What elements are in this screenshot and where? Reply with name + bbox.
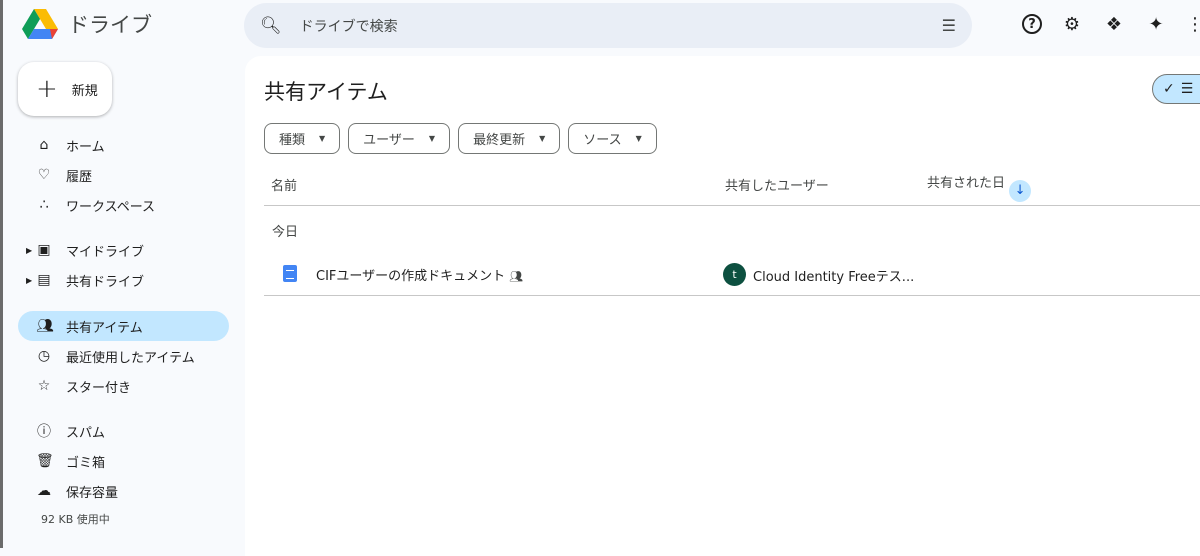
home-icon: ⌂ xyxy=(39,137,49,153)
avatar: t xyxy=(723,263,746,286)
nav-workspaces[interactable]: ∴ ワークスペース xyxy=(18,190,229,220)
nav-shared-with-me[interactable]: 👥︎ 共有アイテム xyxy=(18,311,229,341)
check-icon: ✓ xyxy=(1163,81,1175,97)
drive-logo-icon xyxy=(22,9,58,39)
dropdown-icon: ▼ xyxy=(319,134,326,143)
shared-by-user: Cloud Identity Freeテス... xyxy=(753,270,915,285)
group-label: 今日 xyxy=(272,225,299,240)
file-name-text: CIFユーザーの作成ドキュメント xyxy=(316,269,506,284)
nav-label: 履歴 xyxy=(66,169,93,185)
nav-label: スパム xyxy=(66,425,106,441)
storage-usage: 92 KB 使用中 xyxy=(41,513,110,526)
filter-modified[interactable]: 最終更新 ▼ xyxy=(458,123,561,154)
bell-icon: ♡ xyxy=(37,167,51,183)
nav-label: 共有ドライブ xyxy=(66,274,145,290)
filter-type[interactable]: 種類 ▼ xyxy=(264,123,341,154)
filter-people[interactable]: ユーザー ▼ xyxy=(348,123,451,154)
new-button-label: 新規 xyxy=(71,83,98,99)
nav-recent[interactable]: ◷ 最近使用したアイテム xyxy=(18,341,229,371)
nav-label: ワークスペース xyxy=(66,199,156,215)
column-name[interactable]: 名前 xyxy=(271,175,297,194)
nav-home[interactable]: ⌂ ホーム xyxy=(18,130,229,160)
apps-script-icon[interactable]: ❖ xyxy=(1102,12,1126,36)
chip-label: ソース xyxy=(583,133,622,148)
table-row[interactable]: CIFユーザーの作成ドキュメント 👥︎ t Cloud Identity Fre… xyxy=(264,256,1200,296)
nav-label: 保存容量 xyxy=(66,485,119,501)
gear-icon[interactable]: ⚙ xyxy=(1060,12,1084,36)
nav-shared-drives[interactable]: ▶ ▤ 共有ドライブ xyxy=(18,265,229,295)
page-title: 共有アイテム xyxy=(264,80,388,104)
file-name: CIFユーザーの作成ドキュメント 👥︎ xyxy=(316,265,523,284)
column-shared-by[interactable]: 共有したユーザー xyxy=(725,175,829,194)
google-doc-icon xyxy=(283,265,297,282)
expand-icon[interactable]: ▶ xyxy=(26,246,32,255)
column-shared-date[interactable]: 共有された日 ↓ xyxy=(927,172,1032,202)
expand-icon[interactable]: ▶ xyxy=(26,276,32,285)
filter-source[interactable]: ソース ▼ xyxy=(568,123,657,154)
apps-grid-icon[interactable]: ⋮⋮ xyxy=(1186,12,1200,36)
main-content: 共有アイテム ✓ ☰ 種類 ▼ ユーザー ▼ 最終更新 ▼ ソース ▼ 名前 共有したユー… xyxy=(245,56,1200,556)
chip-label: 種類 xyxy=(279,133,306,148)
view-toggle[interactable]: ✓ ☰ xyxy=(1152,74,1200,104)
new-button[interactable]: + 新規 xyxy=(18,62,112,116)
nav-storage[interactable]: ☁ 保存容量 xyxy=(18,476,229,506)
shared-icon: 👥︎ xyxy=(509,270,524,283)
gemini-icon[interactable]: ✦ xyxy=(1144,12,1168,36)
dropdown-icon: ▼ xyxy=(635,134,642,143)
help-icon[interactable]: ? xyxy=(1022,14,1042,34)
search-icon[interactable]: 🔍︎ xyxy=(260,16,282,36)
plus-icon: + xyxy=(36,74,58,104)
dropdown-icon: ▼ xyxy=(539,134,546,143)
chip-label: ユーザー xyxy=(363,133,415,148)
nav-label: ホーム xyxy=(66,139,105,155)
my-drive-icon: ▣ xyxy=(37,242,51,258)
nav-starred[interactable]: ☆ スター付き xyxy=(18,371,229,401)
nav-label: スター付き xyxy=(66,380,132,396)
clock-icon: ◷ xyxy=(37,348,51,364)
nav-label: マイドライブ xyxy=(66,244,145,260)
table-header: 名前 共有したユーザー 共有された日 ↓ xyxy=(264,168,1200,206)
nav-activity[interactable]: ♡ 履歴 xyxy=(18,160,229,190)
filter-options-icon[interactable]: ☰ xyxy=(942,16,956,35)
search-bar[interactable]: 🔍︎ ドライブで検索 ☰ xyxy=(244,3,972,48)
nav-my-drive[interactable]: ▶ ▣ マイドライブ xyxy=(18,235,229,265)
nav-trash[interactable]: 🗑︎ ゴミ箱 xyxy=(18,446,229,476)
shared-drives-icon: ▤ xyxy=(37,272,51,288)
column-label: 共有された日 xyxy=(927,176,1006,191)
trash-icon: 🗑︎ xyxy=(36,453,54,469)
dropdown-icon: ▼ xyxy=(428,134,436,143)
nav-label: ゴミ箱 xyxy=(66,455,106,471)
star-icon: ☆ xyxy=(37,378,51,394)
spam-icon: ⓘ xyxy=(37,424,51,440)
window-edge xyxy=(0,0,3,548)
search-input[interactable]: ドライブで検索 xyxy=(300,16,942,36)
nav-label: 最近使用したアイテム xyxy=(66,350,195,366)
workspaces-icon: ∴ xyxy=(39,197,49,213)
people-icon: 👥︎ xyxy=(36,318,54,334)
cloud-icon: ☁ xyxy=(37,483,51,499)
nav-label: 共有アイテム xyxy=(66,320,143,336)
sort-down-icon[interactable]: ↓ xyxy=(1009,179,1032,202)
app-title: ドライブ xyxy=(68,13,152,37)
drive-logo[interactable]: ドライブ xyxy=(22,8,152,40)
nav-spam[interactable]: ⓘ スパム xyxy=(18,416,229,446)
list-view-icon: ☰ xyxy=(1180,81,1194,97)
chip-label: 最終更新 xyxy=(473,133,526,148)
